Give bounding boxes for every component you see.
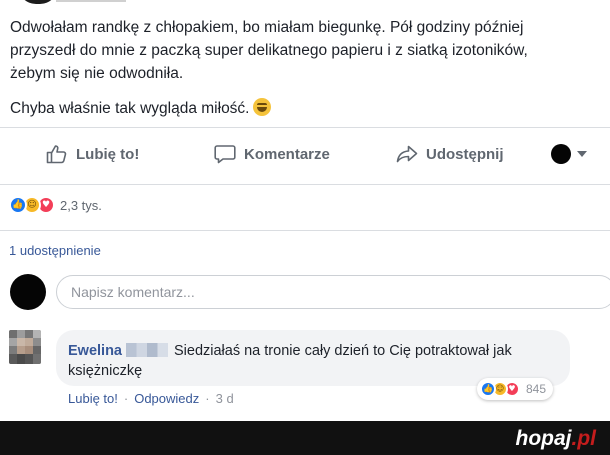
current-user-avatar [10, 274, 46, 310]
watermark-bar: hopaj.pl [0, 421, 610, 455]
divider [0, 127, 610, 128]
post-line: Chyba właśnie tak wygląda miłość. [10, 97, 606, 120]
divider [0, 184, 610, 185]
comment-text: Siedziałaś na tronie cały dzień to Cię p… [174, 343, 512, 359]
reactions-summary[interactable]: 👍 ☺ ♥ 2,3 tys. [9, 196, 102, 214]
thumbs-up-icon [46, 145, 67, 164]
comment-reply-link[interactable]: Odpowiedz [134, 391, 199, 406]
post-line: Odwołałam randkę z chłopakiem, bo miałam… [10, 19, 524, 36]
like-button-label: Lubię to! [76, 145, 140, 163]
post-line-text: Chyba właśnie tak wygląda miłość. [10, 100, 250, 117]
share-arrow-icon [396, 145, 418, 163]
post-body: Odwołałam randkę z chłopakiem, bo miałam… [10, 16, 606, 120]
comment-first-line: Ewelina Siedziałaś na tronie cały dzień t… [68, 341, 558, 361]
audience-selector[interactable] [551, 144, 587, 164]
shares-count-link[interactable]: 1 udostępnienie [9, 243, 101, 258]
comment-button[interactable]: Komentarze [214, 144, 330, 164]
post-line: przyszedł do mnie z paczką super delikat… [10, 42, 528, 59]
comment-input[interactable]: Napisz komentarz... [56, 275, 610, 309]
comment-reactions[interactable]: 👍 ☺ ♥ 845 [477, 378, 554, 400]
site-logo-main: hopaj [515, 427, 572, 450]
commenter-avatar[interactable] [9, 330, 41, 364]
chevron-down-icon [577, 151, 587, 157]
like-button[interactable]: Lubię to! [46, 144, 139, 164]
comment-composer: Napisz komentarz... [0, 270, 610, 316]
comment-reactions-count: 845 [526, 382, 547, 396]
separator-dot: · [205, 391, 210, 406]
share-button-label: Udostępnij [426, 145, 504, 163]
like-reaction-icon: 👍 [9, 196, 27, 214]
grinning-face-icon [252, 98, 271, 116]
divider [0, 230, 610, 231]
comment-actions: Lubię to! · Odpowiedz · 3 d [68, 391, 234, 406]
author-name-fragment [56, 0, 126, 2]
audience-avatar-icon [551, 144, 571, 164]
site-logo: hopaj.pl [516, 427, 597, 451]
separator-dot: · [123, 391, 129, 406]
comment-timestamp[interactable]: 3 d [216, 391, 234, 406]
comment-author[interactable]: Ewelina [68, 343, 122, 359]
site-logo-suffix: .pl [571, 427, 597, 450]
reactions-count: 2,3 tys. [60, 197, 102, 213]
post-line: żebym się nie odwodniła. [10, 65, 184, 82]
previous-post-edge [0, 0, 610, 6]
comment-like-link[interactable]: Lubię to! [68, 391, 118, 406]
share-button[interactable]: Udostępnij [396, 144, 504, 164]
author-avatar[interactable] [18, 0, 58, 4]
comment-button-label: Komentarze [244, 145, 330, 163]
speech-bubble-icon [214, 145, 236, 164]
like-reaction-icon: 👍 [480, 381, 496, 397]
blurred-surname [126, 343, 168, 357]
